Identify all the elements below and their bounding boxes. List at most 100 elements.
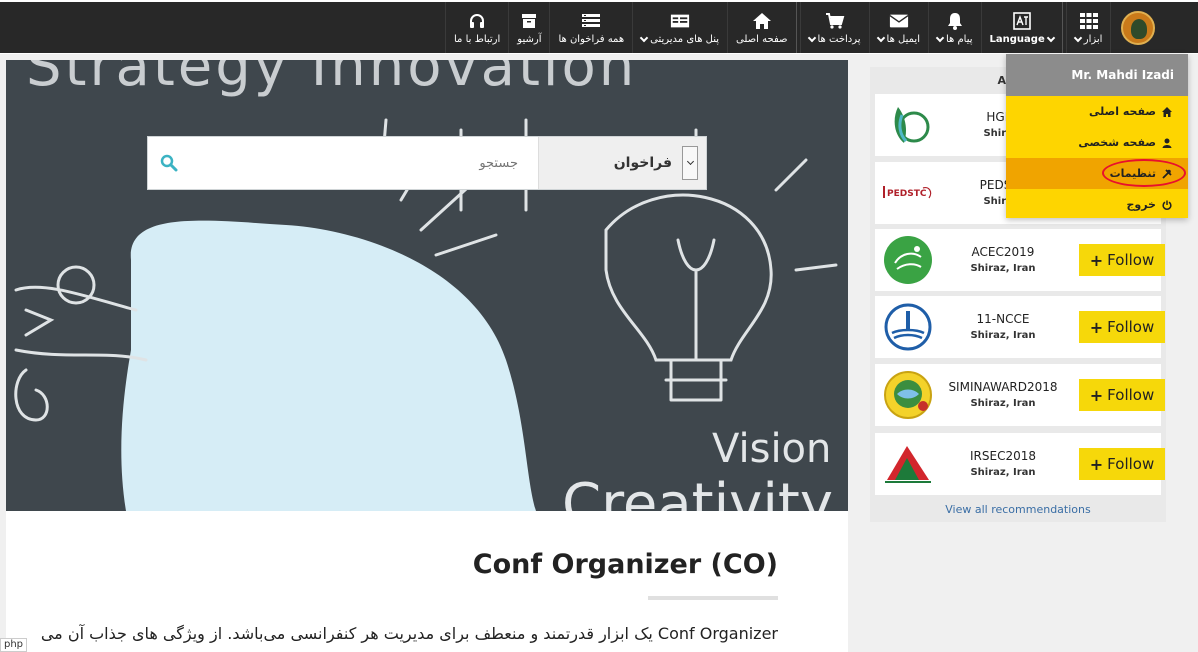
recommendation-name[interactable]: ACEC2019 — [941, 245, 1065, 259]
nav-home[interactable]: صفحه اصلی — [727, 2, 795, 53]
title-divider — [648, 596, 778, 600]
menu-item-label: صفحه اصلی — [1089, 105, 1156, 118]
nav-admin-panels-label: پنل های مدیریتی — [650, 33, 720, 45]
chevron-down-icon — [807, 33, 816, 42]
nav-tools-label: ابزار — [1083, 33, 1103, 45]
ncce-logo — [879, 300, 937, 354]
nav-archive[interactable]: آرشیو — [508, 2, 549, 53]
acec-logo — [879, 233, 937, 287]
search-bar: فراخوان — [147, 136, 707, 190]
top-bar-left — [0, 2, 445, 53]
chevron-down-icon — [1046, 33, 1055, 42]
main-content: Conf Organizer (CO) Conf Organizer یک اب… — [6, 511, 848, 652]
hero-banner: Strategy Innovation Vision Creativity — [6, 60, 848, 511]
status-bar-url: php — [0, 638, 28, 652]
recommendation-card: 11-NCCE Shiraz, Iran + Follow — [875, 296, 1165, 358]
user-dropdown-menu: Mr. Mahdi Izadi صفحه اصلی صفحه شخصی تنظی… — [1006, 54, 1188, 218]
user-icon — [1162, 138, 1172, 148]
recommendation-location: Shiraz, Iran — [970, 330, 1036, 341]
pedstc-logo: PEDSTC — [879, 166, 937, 220]
irsec-logo — [879, 437, 937, 491]
avatar[interactable] — [1121, 10, 1156, 45]
headphones-icon — [467, 11, 487, 31]
follow-button[interactable]: + Follow — [1079, 448, 1165, 480]
nav-archive-label: آرشیو — [517, 33, 542, 45]
nav-payments-label: پرداخت ها — [817, 33, 861, 45]
nav-all-calls[interactable]: همه فراخوان ها — [549, 2, 632, 53]
menu-item-label: صفحه شخصی — [1078, 136, 1156, 149]
search-category-value: فراخوان — [613, 155, 672, 171]
page-title: Conf Organizer (CO) — [472, 549, 778, 580]
view-all-recommendations-link[interactable]: View all recommendations — [870, 503, 1166, 516]
follow-button[interactable]: + Follow — [1079, 379, 1165, 411]
menu-item-label: تنظیمات — [1109, 167, 1156, 180]
menu-item-logout[interactable]: خروج — [1006, 189, 1188, 220]
chevron-down-icon — [935, 33, 945, 42]
follow-label: Follow — [1107, 251, 1155, 269]
follow-button[interactable]: + Follow — [1079, 244, 1165, 276]
nav-tools[interactable]: ابزار — [1065, 2, 1111, 53]
search-category-select[interactable]: فراخوان — [538, 137, 706, 189]
recommendation-card: SIMINAWARD2018 Shiraz, Iran + Follow — [875, 364, 1165, 426]
nav-language-label: Language — [989, 33, 1045, 45]
nav-contact-label: ارتباط با ما — [454, 33, 501, 45]
menu-item-home[interactable]: صفحه اصلی — [1006, 96, 1188, 127]
bell-icon — [945, 11, 965, 31]
menu-item-label: خروج — [1126, 198, 1156, 211]
nav-contact[interactable]: ارتباط با ما — [445, 2, 508, 53]
recommendation-name[interactable]: IRSEC2018 — [941, 449, 1065, 463]
plus-icon: + — [1089, 250, 1104, 270]
plus-icon: + — [1089, 454, 1104, 474]
list-icon — [581, 11, 601, 31]
envelope-icon — [889, 11, 909, 31]
nav-email[interactable]: ایمیل ها — [868, 2, 928, 53]
hero-text-vision: Vision — [712, 426, 832, 472]
panel-icon — [670, 11, 690, 31]
nav-messages[interactable]: پیام ها — [927, 2, 981, 53]
recommendation-card: ACEC2019 Shiraz, Iran + Follow — [875, 229, 1165, 291]
home-icon — [1162, 106, 1172, 117]
follow-label: Follow — [1107, 455, 1155, 473]
follow-button[interactable]: + Follow — [1079, 311, 1165, 343]
recommendation-name[interactable]: SIMINAWARD2018 — [941, 380, 1065, 394]
recommendation-location: Shiraz, Iran — [970, 398, 1036, 409]
svg-text:PEDSTC: PEDSTC — [887, 189, 927, 199]
menu-item-settings[interactable]: تنظیمات — [1006, 158, 1188, 189]
user-menu-name: Mr. Mahdi Izadi — [1006, 54, 1188, 96]
main-nav: ارتباط با ما آرشیو همه فراخوان ها پنل ها… — [445, 2, 1198, 53]
search-input[interactable] — [148, 137, 538, 189]
nav-admin-panels[interactable]: پنل های مدیریتی — [632, 2, 727, 53]
nav-payments[interactable]: پرداخت ها — [799, 2, 869, 53]
plus-icon: + — [1089, 317, 1104, 337]
archive-icon — [519, 11, 539, 31]
home-icon — [752, 11, 772, 31]
translate-icon — [1012, 11, 1032, 31]
simin-logo — [879, 368, 937, 422]
grid-icon — [1079, 11, 1099, 31]
nav-email-label: ایمیل ها — [886, 33, 920, 45]
recommendation-location: Shiraz, Iran — [970, 263, 1036, 274]
nav-messages-label: پیام ها — [945, 33, 973, 45]
cart-icon — [825, 11, 845, 31]
hgp-logo — [879, 98, 937, 152]
hero-text-strategy: Strategy Innovation — [26, 60, 638, 99]
nav-user-avatar[interactable] — [1110, 2, 1165, 53]
chevron-down-icon[interactable] — [682, 146, 698, 180]
follow-label: Follow — [1107, 318, 1155, 336]
chevron-down-icon — [876, 33, 885, 42]
nav-language[interactable]: Language — [980, 2, 1062, 53]
nav-all-calls-label: همه فراخوان ها — [558, 33, 625, 45]
plus-icon: + — [1089, 385, 1104, 405]
follow-label: Follow — [1107, 386, 1155, 404]
recommendation-name[interactable]: 11-NCCE — [941, 312, 1065, 326]
search-icon[interactable] — [160, 154, 178, 172]
chevron-down-icon — [639, 33, 649, 42]
menu-item-profile[interactable]: صفحه شخصی — [1006, 127, 1188, 158]
top-bar: ارتباط با ما آرشیو همه فراخوان ها پنل ها… — [0, 0, 1198, 54]
chevron-down-icon — [1073, 33, 1082, 42]
intro-text: Conf Organizer یک ابزار قدرتمند و منعطف … — [40, 624, 778, 643]
hero-text-creativity: Creativity — [562, 472, 833, 511]
tools-icon — [1162, 168, 1172, 179]
recommendation-location: Shiraz, Iran — [970, 467, 1036, 478]
nav-home-label: صفحه اصلی — [736, 33, 788, 45]
